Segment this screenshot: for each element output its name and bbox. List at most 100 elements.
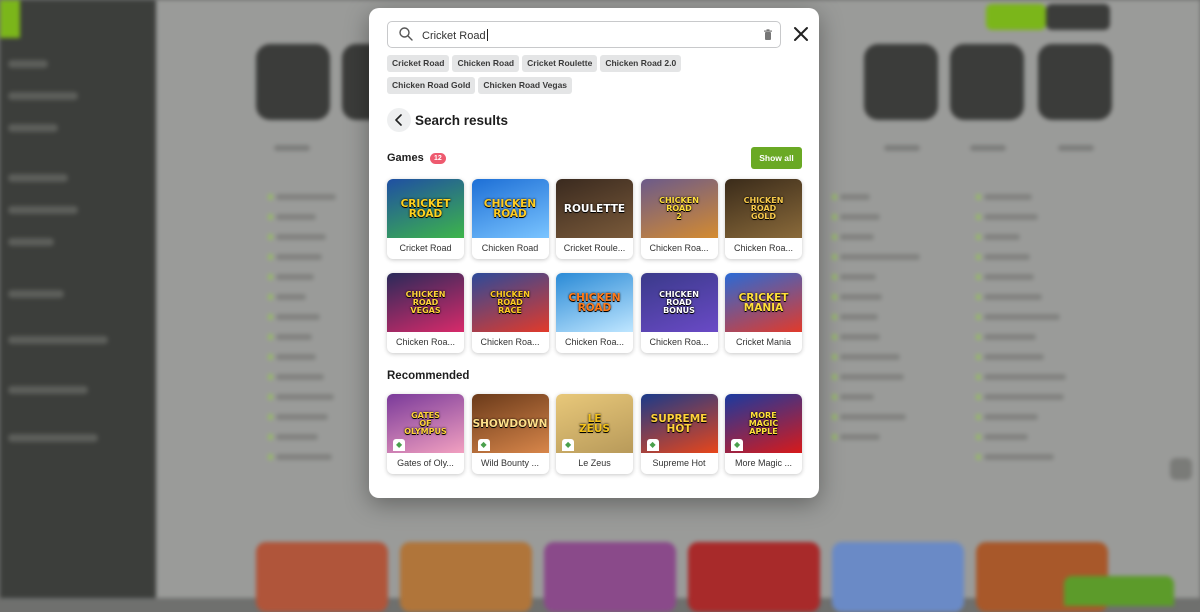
game-title: Chicken Road bbox=[481, 243, 539, 253]
background-list-row bbox=[268, 434, 318, 440]
show-all-button[interactable]: Show all bbox=[751, 147, 802, 169]
game-logo-art: MORE MAGIC APPLE bbox=[748, 411, 779, 436]
background-tile-label bbox=[970, 145, 1006, 151]
game-thumbnail: CHICKEN ROAD GOLD bbox=[725, 179, 802, 238]
close-icon[interactable] bbox=[793, 26, 809, 42]
game-card[interactable]: CHICKEN ROAD VEGAS Chicken Roa... bbox=[387, 273, 464, 353]
recommended-section-title: Recommended bbox=[387, 370, 470, 382]
background-list-row bbox=[976, 334, 1036, 340]
background-tile-label bbox=[884, 145, 920, 151]
game-logo-art: CHICKEN ROAD BONUS bbox=[659, 290, 699, 315]
background-sidebar-item bbox=[8, 124, 58, 132]
game-card[interactable]: CHICKEN ROAD BONUS Chicken Roa... bbox=[640, 273, 718, 353]
game-card[interactable]: CHICKEN ROAD 2 Chicken Roa... bbox=[640, 179, 718, 259]
background-game-thumb bbox=[688, 542, 820, 612]
background-list-row bbox=[976, 394, 1064, 400]
game-logo-art: CHICKEN ROAD bbox=[568, 291, 621, 314]
background-tile-label bbox=[274, 145, 310, 151]
game-card[interactable]: CRICKET MANIA Cricket Mania bbox=[725, 273, 802, 353]
background-list-row bbox=[832, 394, 874, 400]
diamond-icon: ◆ bbox=[393, 439, 406, 451]
background-sidebar-item bbox=[8, 92, 78, 100]
game-logo-art: CRICKET MANIA bbox=[738, 291, 789, 314]
background-list-row bbox=[976, 354, 1044, 360]
background-sidebar-item bbox=[8, 434, 98, 442]
background-list-row bbox=[268, 194, 336, 200]
background-category-tile bbox=[1038, 44, 1112, 120]
background-list-row bbox=[832, 434, 880, 440]
background-tile-label bbox=[1058, 145, 1094, 151]
game-card[interactable]: MORE MAGIC APPLE ◆ More Magic ... bbox=[725, 394, 802, 474]
games-section-title: Games bbox=[387, 152, 424, 164]
game-title: Chicken Roa... bbox=[564, 337, 625, 347]
background-list-row bbox=[832, 274, 876, 280]
game-thumbnail: MORE MAGIC APPLE ◆ bbox=[725, 394, 802, 453]
trash-icon[interactable] bbox=[763, 29, 773, 41]
background-list-row bbox=[268, 334, 312, 340]
game-card[interactable]: CHICKEN ROAD Chicken Roa... bbox=[556, 273, 633, 353]
search-results-title: Search results bbox=[415, 113, 509, 128]
game-title: Chicken Roa... bbox=[480, 337, 540, 347]
background-category-tile bbox=[256, 44, 330, 120]
background-list-row bbox=[976, 274, 1034, 280]
suggestion-chip[interactable]: Cricket Roulette bbox=[522, 55, 598, 72]
background-list-row bbox=[268, 314, 320, 320]
game-card[interactable]: GATES OF OLYMPUS ◆ Gates of Oly... bbox=[387, 394, 464, 474]
search-suggestions: Cricket Road Chicken Road Cricket Roulette… bbox=[387, 55, 767, 99]
game-thumbnail: CHICKEN ROAD BONUS bbox=[640, 273, 718, 332]
game-card[interactable]: CRICKET ROAD Cricket Road bbox=[387, 179, 464, 259]
background-list-row bbox=[832, 334, 880, 340]
background-list-row bbox=[976, 254, 1030, 260]
game-title: Le Zeus bbox=[578, 458, 611, 468]
background-list-row bbox=[976, 214, 1038, 220]
game-card[interactable]: ROULETTE Cricket Roule... bbox=[556, 179, 633, 259]
suggestion-chip[interactable]: Chicken Road bbox=[452, 55, 520, 72]
background-sidebar-item bbox=[8, 174, 68, 182]
background-list-row bbox=[268, 274, 314, 280]
search-icon bbox=[399, 27, 413, 41]
background-list-row bbox=[832, 294, 882, 300]
game-card[interactable]: CHICKEN ROAD RACE Chicken Roa... bbox=[471, 273, 549, 353]
background-list-row bbox=[268, 214, 316, 220]
suggestion-chip[interactable]: Chicken Road 2.0 bbox=[600, 55, 682, 72]
background-sidebar-item bbox=[8, 290, 64, 298]
game-title: Gates of Oly... bbox=[397, 458, 454, 468]
background-login-button bbox=[1046, 4, 1110, 30]
game-thumbnail: LE ZEUS ◆ bbox=[556, 394, 633, 453]
game-title: Supreme Hot bbox=[652, 458, 706, 468]
diamond-icon: ◆ bbox=[562, 439, 575, 451]
background-game-thumb bbox=[832, 542, 964, 612]
background-list-row bbox=[832, 234, 874, 240]
background-list-row bbox=[832, 194, 870, 200]
game-card[interactable]: LE ZEUS ◆ Le Zeus bbox=[556, 394, 633, 474]
background-sidebar-item bbox=[8, 386, 88, 394]
game-thumbnail: CHICKEN ROAD bbox=[471, 179, 549, 238]
game-card[interactable]: CHICKEN ROAD Chicken Road bbox=[471, 179, 549, 259]
search-input[interactable]: Cricket Road bbox=[387, 21, 781, 48]
background-list-row bbox=[976, 234, 1020, 240]
games-count-badge: 12 bbox=[430, 153, 446, 164]
background-list-row bbox=[268, 414, 328, 420]
suggestion-chip[interactable]: Chicken Road Gold bbox=[387, 77, 476, 94]
suggestion-chip[interactable]: Cricket Road bbox=[387, 55, 450, 72]
search-input-value: Cricket Road bbox=[422, 29, 488, 42]
background-game-thumb bbox=[544, 542, 676, 612]
game-title: More Magic ... bbox=[734, 458, 792, 468]
game-thumbnail: GATES OF OLYMPUS ◆ bbox=[387, 394, 464, 453]
search-modal: Cricket Road Cricket Road Chicken Road Cri… bbox=[369, 8, 819, 498]
game-card[interactable]: SUPREME HOT ◆ Supreme Hot bbox=[640, 394, 718, 474]
game-logo-art: CHICKEN ROAD GOLD bbox=[743, 196, 784, 221]
chevron-left-icon bbox=[395, 114, 402, 126]
game-thumbnail: CHICKEN ROAD 2 bbox=[640, 179, 718, 238]
back-button[interactable] bbox=[387, 108, 411, 132]
background-list-row bbox=[976, 294, 1042, 300]
game-thumbnail: CHICKEN ROAD RACE bbox=[471, 273, 549, 332]
game-card[interactable]: SHOWDOWN ◆ Wild Bounty ... bbox=[471, 394, 549, 474]
background-list-row bbox=[976, 374, 1066, 380]
game-thumbnail: SHOWDOWN ◆ bbox=[471, 394, 549, 453]
game-logo-art: CHICKEN ROAD bbox=[483, 197, 537, 220]
background-category-tile bbox=[864, 44, 938, 120]
suggestion-chip[interactable]: Chicken Road Vegas bbox=[478, 77, 573, 94]
game-card[interactable]: CHICKEN ROAD GOLD Chicken Roa... bbox=[725, 179, 802, 259]
background-list-row bbox=[976, 454, 1054, 460]
